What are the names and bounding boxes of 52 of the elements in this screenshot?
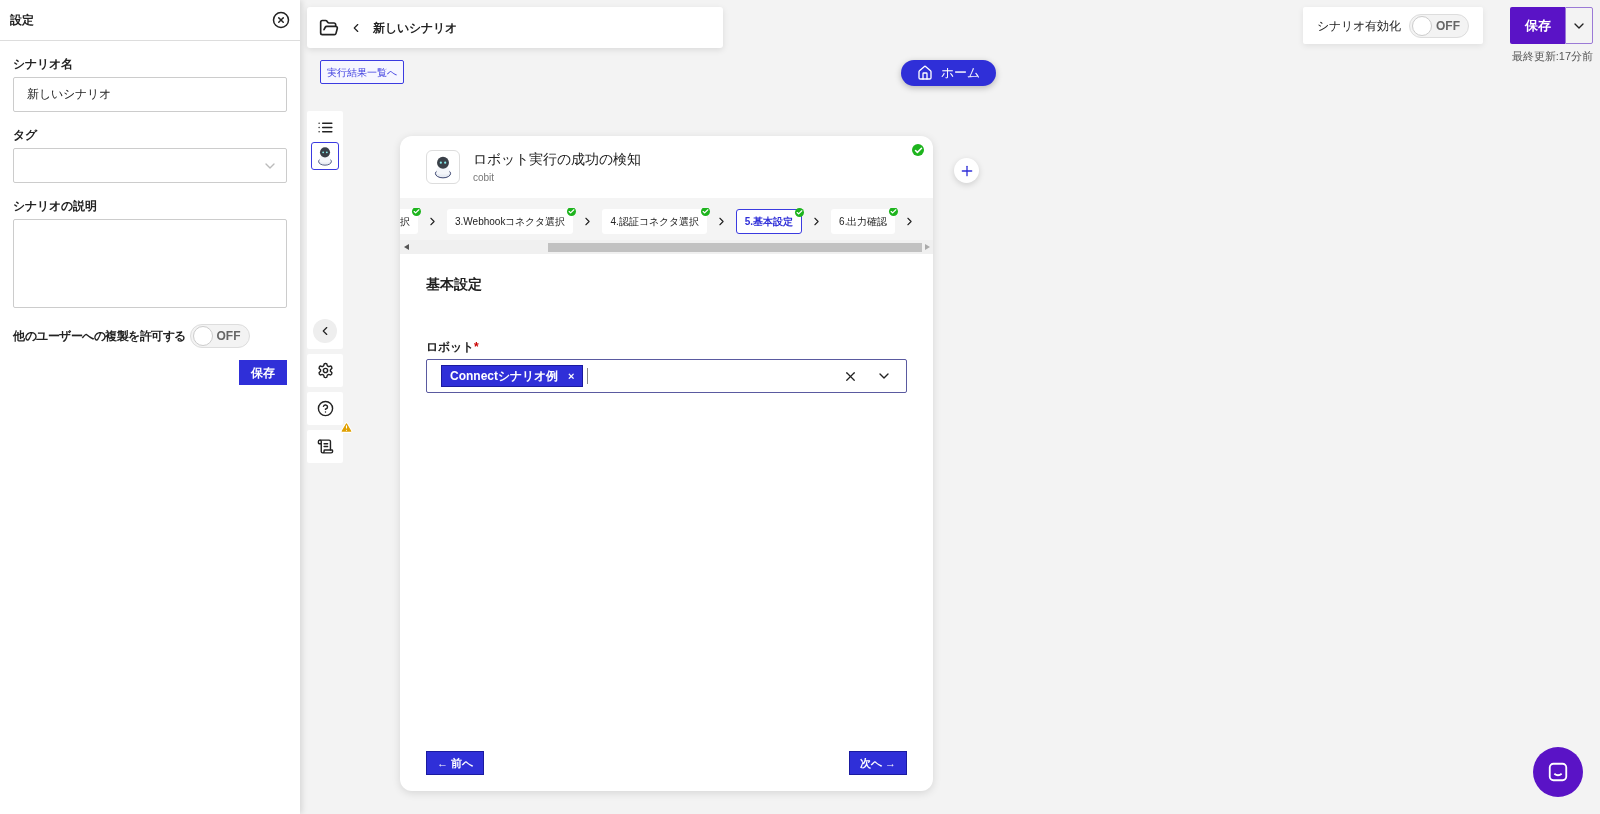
field-label: シナリオ名 — [13, 56, 74, 73]
toggle-switch[interactable]: OFF — [189, 324, 250, 348]
close-icon[interactable] — [272, 11, 290, 29]
scroll-thumb[interactable] — [548, 242, 922, 252]
results-link[interactable]: 実行結果一覧へ — [320, 60, 404, 84]
select-field[interactable] — [13, 148, 287, 183]
textarea-field[interactable] — [13, 219, 287, 308]
text-field[interactable]: 新しいシナリオ — [13, 77, 287, 112]
house-icon — [917, 65, 933, 81]
help-icon[interactable] — [307, 392, 343, 425]
log-button[interactable] — [307, 430, 343, 463]
toggle-switch[interactable]: OFF — [1409, 13, 1469, 38]
step-tab[interactable]: 3.Webhookコネクタ選択 — [447, 209, 574, 234]
robot-tab[interactable] — [311, 142, 339, 170]
save-button[interactable]: 保存 — [239, 360, 287, 385]
panel-title: 設定 — [10, 12, 34, 29]
scroll-left-icon[interactable] — [404, 244, 409, 250]
card-subtitle: cobit — [473, 171, 496, 185]
collapse-icon[interactable] — [313, 319, 337, 343]
add-icon[interactable] — [954, 158, 979, 183]
save-options-button[interactable] — [1565, 7, 1593, 44]
save-button[interactable]: 保存 — [1510, 7, 1565, 44]
toggle-label: 他のユーザーへの複製を許可する — [13, 328, 186, 345]
chat-button[interactable] — [1533, 747, 1583, 797]
chat-icon — [1547, 761, 1569, 783]
settings-icon[interactable] — [307, 354, 343, 387]
field-label: タグ — [13, 127, 39, 144]
tag-remove[interactable]: × — [568, 367, 575, 385]
check-icon — [567, 208, 577, 216]
toggle-label: シナリオ有効化 — [1317, 17, 1401, 35]
check-icon — [795, 208, 805, 217]
step-tab[interactable]: 4.認証コネクタ選択 — [602, 209, 707, 234]
field-label: シナリオの説明 — [13, 198, 98, 215]
check-icon — [700, 208, 710, 216]
robot-select-field[interactable]: Connectシナリオ例 × — [426, 359, 907, 393]
step-tab[interactable]: 6.出力確認 — [831, 209, 896, 234]
next-button[interactable]: 次へ → — [848, 751, 907, 775]
robot-tag[interactable]: Connectシナリオ例 × — [441, 365, 584, 387]
step-tab[interactable]: 択 — [400, 209, 418, 234]
check-icon — [889, 208, 899, 216]
card-title: ロボット実行の成功の検知 — [473, 150, 641, 169]
field-label: ロボット — [426, 339, 474, 356]
step-tab[interactable]: 5.基本設定 — [735, 209, 803, 234]
check-icon — [412, 208, 421, 216]
home-button[interactable]: ホーム — [901, 60, 996, 86]
scroll-icon — [316, 438, 334, 455]
section-title: 基本設定 — [426, 275, 483, 294]
prev-button[interactable]: ← 前へ — [426, 751, 485, 775]
folder-icon[interactable] — [319, 17, 339, 38]
required-mark: * — [474, 339, 479, 356]
scenario-title: 新しいシナリオ — [373, 19, 457, 37]
last-updated: 最終更新:17分前 — [1511, 49, 1593, 64]
